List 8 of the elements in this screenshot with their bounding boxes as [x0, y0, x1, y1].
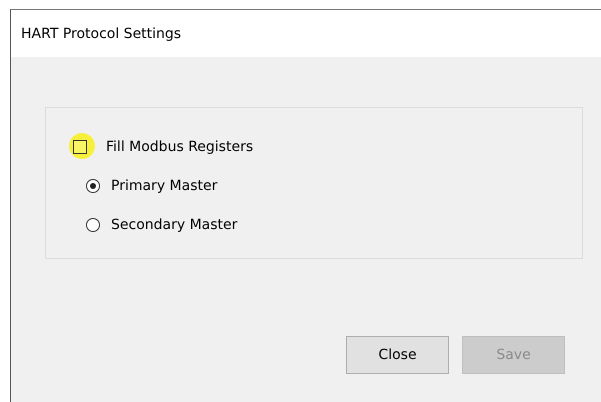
radio-button[interactable] [86, 218, 100, 232]
window-title: HART Protocol Settings [21, 26, 182, 42]
checkbox[interactable] [73, 140, 87, 154]
close-button[interactable]: Close [346, 336, 449, 374]
radio-label: Primary Master [111, 178, 218, 194]
checkbox-label: Fill Modbus Registers [106, 139, 254, 155]
radio-label: Secondary Master [111, 217, 238, 233]
radio-button[interactable] [86, 179, 100, 193]
